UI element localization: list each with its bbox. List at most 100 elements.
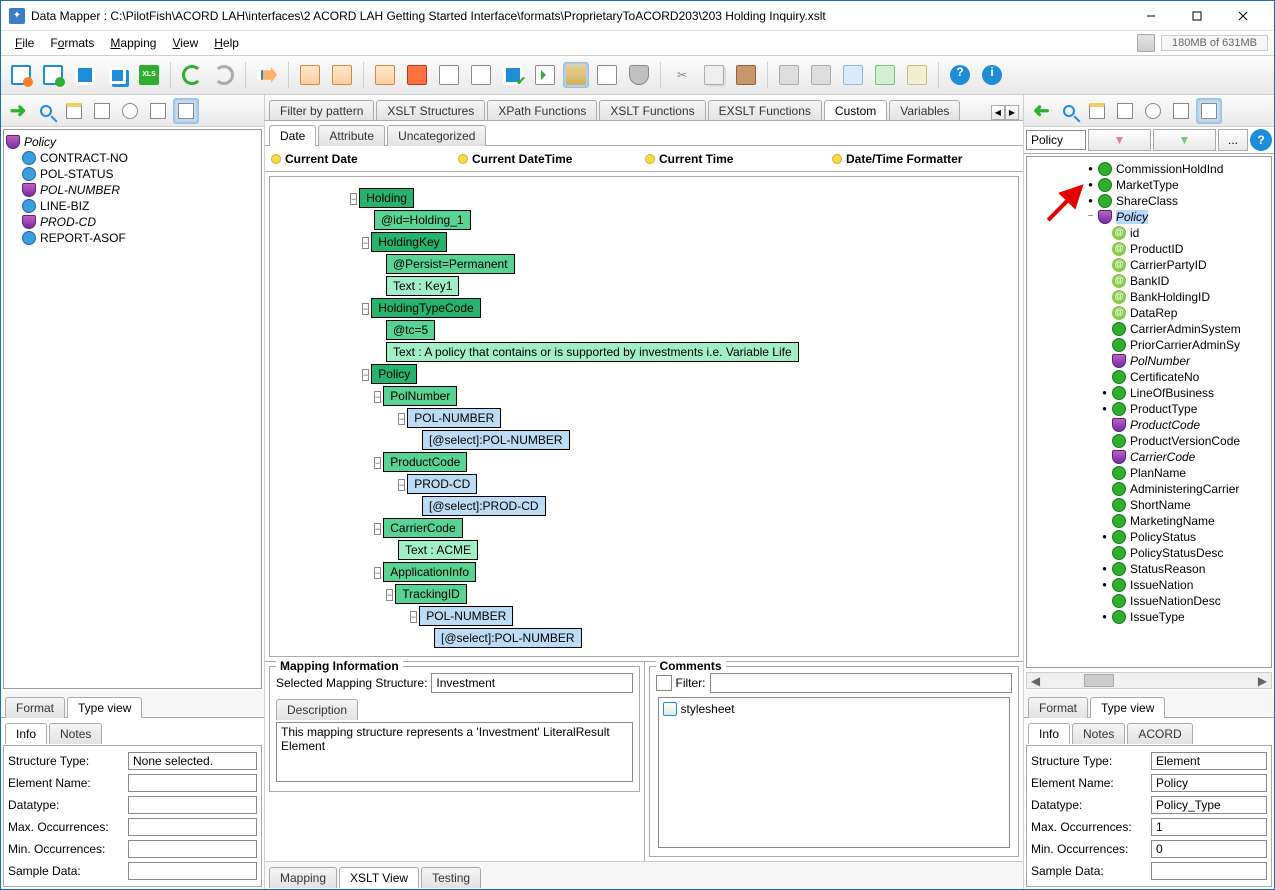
source-highlight-button[interactable] xyxy=(173,98,199,124)
toggle-a-button[interactable] xyxy=(563,62,589,88)
expander-icon[interactable]: − xyxy=(374,523,381,535)
subtab-date[interactable]: Date xyxy=(269,125,316,146)
paste-button[interactable] xyxy=(732,61,760,89)
expander-icon[interactable]: − xyxy=(386,589,393,601)
target-help-button[interactable]: ? xyxy=(1250,129,1272,151)
expander-icon[interactable]: − xyxy=(410,611,417,623)
doc-add-button[interactable] xyxy=(328,61,356,89)
tree-expander-icon[interactable] xyxy=(1099,500,1110,511)
cut-button[interactable]: ✂ xyxy=(668,61,696,89)
expander-icon[interactable]: − xyxy=(362,303,369,315)
tab-exslt-functions[interactable]: EXSLT Functions xyxy=(708,100,822,121)
bottom-tab-mapping[interactable]: Mapping xyxy=(269,867,337,888)
tab-xslt-structures[interactable]: XSLT Structures xyxy=(376,100,485,121)
tree-expander-icon[interactable]: ● xyxy=(1085,180,1096,191)
source-search-button[interactable] xyxy=(33,98,59,124)
target-list-button[interactable] xyxy=(1112,98,1138,124)
group3-button[interactable] xyxy=(839,61,867,89)
source-edit-button[interactable] xyxy=(145,98,171,124)
source-format-tab[interactable]: Format xyxy=(5,697,65,718)
tree-expander-icon[interactable] xyxy=(1099,340,1110,351)
tree-expander-icon[interactable] xyxy=(1099,484,1110,495)
menu-help[interactable]: Help xyxy=(206,34,247,52)
target-tree-panel[interactable]: ●CommissionHoldInd●MarketType●ShareClass… xyxy=(1026,156,1272,668)
source-sample-value[interactable] xyxy=(128,862,257,880)
target-tree-item[interactable]: ●MarketType xyxy=(1029,177,1269,193)
expander-icon[interactable]: − xyxy=(374,457,381,469)
source-tree-item[interactable]: POL-STATUS xyxy=(6,166,259,182)
xslt-node[interactable]: Text : Key1 xyxy=(386,276,459,296)
tree-expander-icon[interactable] xyxy=(1099,324,1110,335)
description-text[interactable] xyxy=(276,722,633,782)
target-tree-item[interactable]: ●ProductType xyxy=(1029,401,1269,417)
close-button[interactable] xyxy=(1220,2,1266,30)
minimize-button[interactable] xyxy=(1128,2,1174,30)
save-button[interactable] xyxy=(71,61,99,89)
target-elementname-value[interactable]: Policy xyxy=(1151,774,1267,792)
tree-expander-icon[interactable] xyxy=(1099,228,1110,239)
source-tree-item[interactable]: REPORT-ASOF xyxy=(6,230,259,246)
tree-expander-icon[interactable]: ● xyxy=(1085,196,1096,207)
source-maxocc-value[interactable] xyxy=(128,818,257,836)
xslt-node[interactable]: CarrierCode xyxy=(383,518,462,538)
source-list-button[interactable] xyxy=(89,98,115,124)
save-action-button[interactable]: ✔ xyxy=(499,61,527,89)
tree-expander-icon[interactable]: ● xyxy=(1099,564,1110,575)
target-tree-item[interactable]: ●IssueNation xyxy=(1029,577,1269,593)
tree-expander-icon[interactable] xyxy=(1099,548,1110,559)
tree-expander-icon[interactable] xyxy=(1099,372,1110,383)
tree-expander-icon[interactable]: ● xyxy=(1085,164,1096,175)
comments-list[interactable]: stylesheet xyxy=(658,697,1011,848)
xslt-node[interactable]: TrackingID xyxy=(395,584,467,604)
target-tree-item[interactable]: ●CommissionHoldInd xyxy=(1029,161,1269,177)
tree-expander-icon[interactable] xyxy=(1099,436,1110,447)
target-tree-item[interactable]: @id xyxy=(1029,225,1269,241)
source-root[interactable]: Policy xyxy=(24,135,56,149)
xslt-node[interactable]: [@select]:PROD-CD xyxy=(422,496,546,516)
expander-icon[interactable]: − xyxy=(398,413,405,425)
target-tree-item[interactable]: ●StatusReason xyxy=(1029,561,1269,577)
menu-view[interactable]: View xyxy=(164,34,206,52)
target-highlight-button[interactable] xyxy=(1196,98,1222,124)
tree-expander-icon[interactable]: ● xyxy=(1099,532,1110,543)
tab-variables[interactable]: Variables xyxy=(889,100,960,121)
expander-icon[interactable]: − xyxy=(374,567,381,579)
view1-button[interactable] xyxy=(371,61,399,89)
target-tree-item[interactable]: ShortName xyxy=(1029,497,1269,513)
target-acord-tab[interactable]: ACORD xyxy=(1127,723,1192,744)
maximize-button[interactable] xyxy=(1174,2,1220,30)
expander-icon[interactable]: − xyxy=(398,479,405,491)
tab-xslt-functions[interactable]: XSLT Functions xyxy=(599,100,705,121)
tree-expander-icon[interactable]: ● xyxy=(1099,404,1110,415)
source-tree-item[interactable]: POL-NUMBER xyxy=(6,182,259,198)
view4-button[interactable] xyxy=(467,61,495,89)
target-tree-item[interactable]: @ProductID xyxy=(1029,241,1269,257)
source-tree-item[interactable]: PROD-CD xyxy=(6,214,259,230)
source-tree-item[interactable]: CONTRACT-NO xyxy=(6,150,259,166)
group1-button[interactable] xyxy=(775,61,803,89)
xslt-node[interactable]: Text : A policy that contains or is supp… xyxy=(386,342,799,362)
subtab-uncategorized[interactable]: Uncategorized xyxy=(387,125,486,146)
xslt-node[interactable]: POL-NUMBER xyxy=(407,408,501,428)
source-info-tab[interactable]: Info xyxy=(5,723,47,744)
target-eye-button[interactable] xyxy=(1140,98,1166,124)
new-button[interactable] xyxy=(7,61,35,89)
redo-button[interactable] xyxy=(210,61,238,89)
expander-icon[interactable]: − xyxy=(362,237,369,249)
bottom-tab-xsltview[interactable]: XSLT View xyxy=(339,867,419,888)
menu-mapping[interactable]: Mapping xyxy=(102,34,164,52)
view3-button[interactable] xyxy=(435,61,463,89)
source-typeview-tab[interactable]: Type view xyxy=(67,697,142,718)
tab-custom[interactable]: Custom xyxy=(824,100,887,121)
tabs-scroll-left[interactable]: ◀ xyxy=(991,105,1005,120)
target-tree-item[interactable]: PolNumber xyxy=(1029,353,1269,369)
xslt-node[interactable]: @Persist=Permanent xyxy=(386,254,515,274)
menu-formats[interactable]: Formats xyxy=(42,34,102,52)
tree-expander-icon[interactable] xyxy=(1099,292,1110,303)
doc-new-button[interactable] xyxy=(296,61,324,89)
target-sample-value[interactable] xyxy=(1151,862,1267,880)
xslt-node[interactable]: ProductCode xyxy=(383,452,467,472)
tree-expander-icon[interactable]: ● xyxy=(1099,388,1110,399)
target-datatype-value[interactable]: Policy_Type xyxy=(1151,796,1267,814)
target-structuretype-value[interactable]: Element xyxy=(1151,752,1267,770)
